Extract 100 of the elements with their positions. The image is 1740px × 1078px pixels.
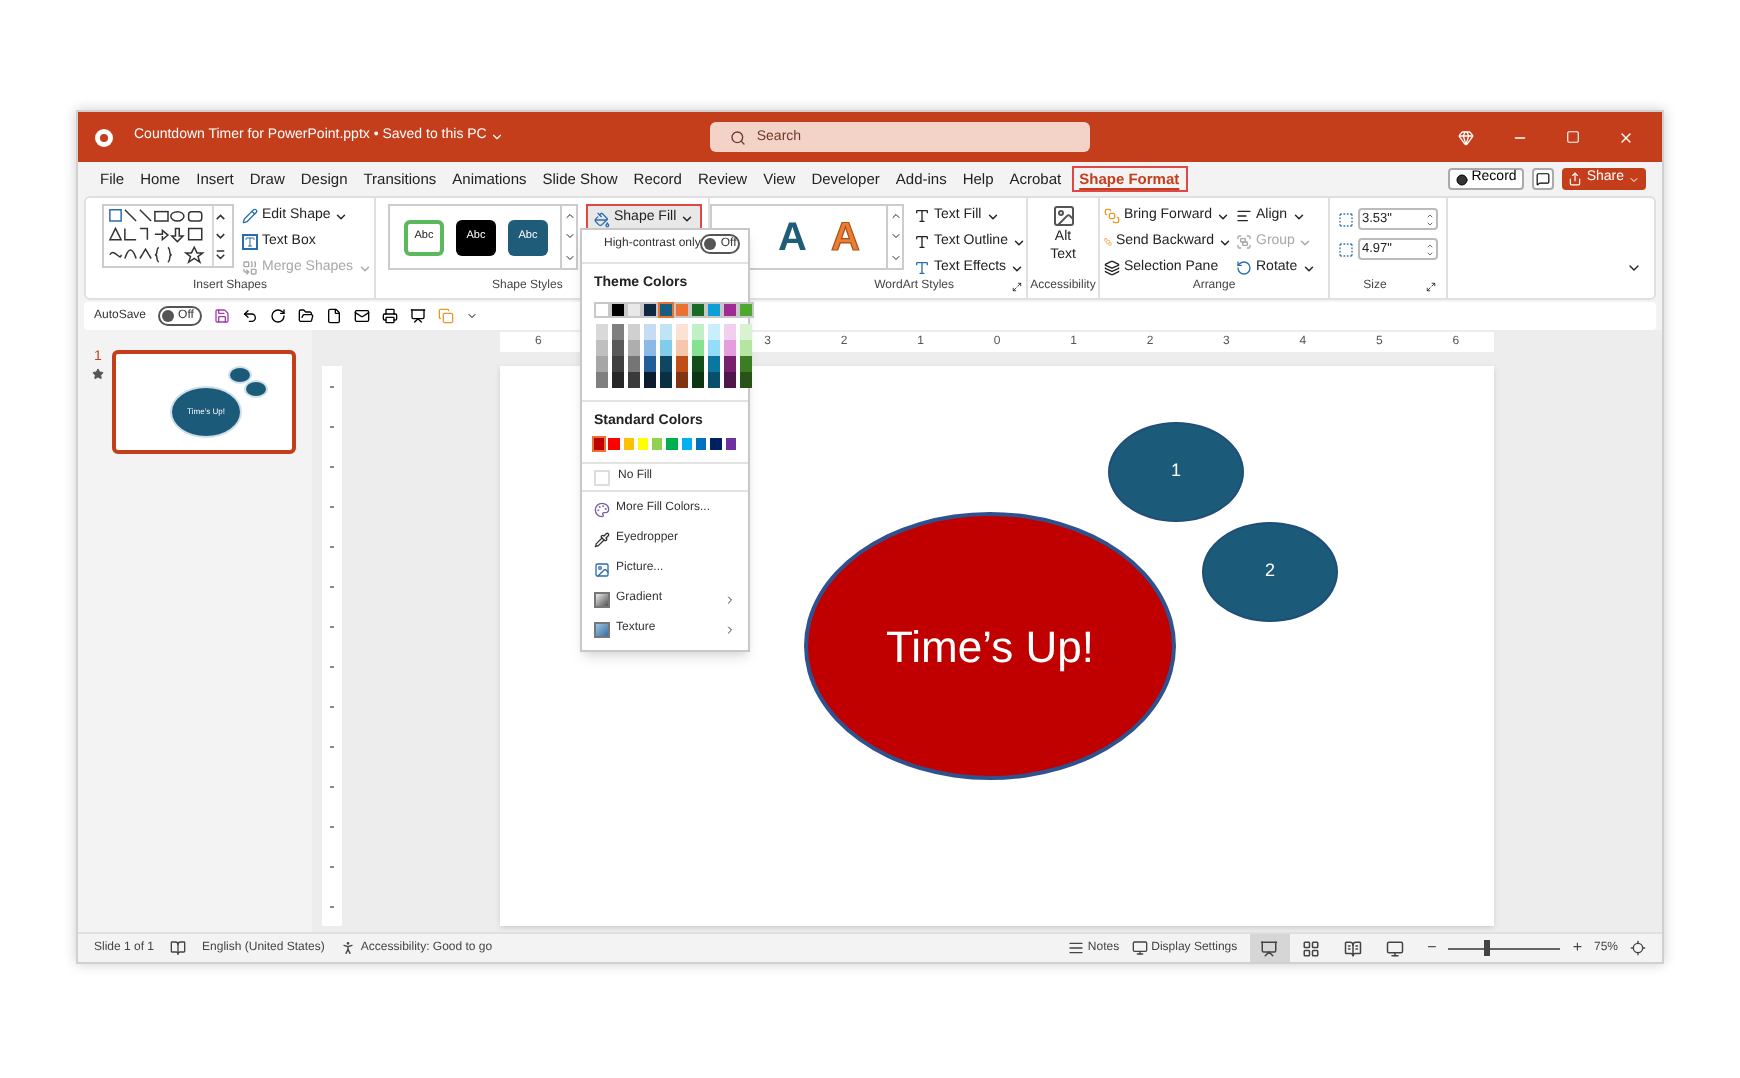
color-swatch[interactable] <box>644 324 656 340</box>
wordart-preset[interactable]: A <box>778 217 807 257</box>
shape-gallery[interactable] <box>102 204 234 268</box>
customize-icon[interactable] <box>466 310 479 322</box>
color-swatch[interactable] <box>708 340 720 356</box>
color-swatch[interactable] <box>725 438 736 450</box>
folder-icon[interactable] <box>298 308 315 324</box>
color-swatch[interactable] <box>710 438 722 450</box>
view-button[interactable] <box>1249 934 1290 962</box>
circle-shape[interactable]: 2 <box>1202 522 1338 622</box>
color-swatch[interactable] <box>594 302 610 318</box>
color-swatch[interactable] <box>660 340 672 356</box>
color-swatch[interactable] <box>644 372 656 388</box>
monitor-icon <box>1386 939 1405 957</box>
search-icon <box>730 129 747 145</box>
color-swatch[interactable] <box>596 356 608 372</box>
color-swatch[interactable] <box>692 356 704 372</box>
presentation-icon[interactable] <box>410 308 427 324</box>
color-swatch[interactable] <box>626 302 642 318</box>
color-swatch[interactable] <box>696 438 707 450</box>
color-swatch[interactable] <box>660 356 672 372</box>
color-swatch[interactable] <box>692 372 704 388</box>
ellipse-shape[interactable]: Time’s Up! <box>804 512 1176 780</box>
color-swatch[interactable] <box>674 302 690 318</box>
collapse-ribbon-icon[interactable] <box>1626 260 1642 276</box>
color-swatch[interactable] <box>692 324 704 340</box>
color-swatch[interactable] <box>628 340 640 356</box>
dialog-launcher-icon[interactable] <box>1012 281 1022 291</box>
text-outline-icon <box>914 234 930 250</box>
color-swatch[interactable] <box>676 324 688 340</box>
color-swatch[interactable] <box>642 302 658 318</box>
color-swatch[interactable] <box>612 356 624 372</box>
color-swatch[interactable] <box>658 302 674 318</box>
diamond-icon[interactable] <box>1458 129 1474 145</box>
color-swatch[interactable] <box>708 372 720 388</box>
color-swatch[interactable] <box>740 340 752 356</box>
caret-icon <box>490 130 505 144</box>
comment-icon[interactable] <box>1532 168 1555 190</box>
circle-shape[interactable]: 1 <box>1108 422 1244 522</box>
color-swatch[interactable] <box>681 438 693 450</box>
caret-icon <box>357 261 372 275</box>
notes-icon <box>1067 940 1084 956</box>
color-swatch[interactable] <box>623 438 634 450</box>
color-swatch[interactable] <box>722 302 738 318</box>
color-swatch[interactable] <box>706 302 722 318</box>
color-swatch[interactable] <box>660 324 672 340</box>
share-icon <box>1568 172 1583 186</box>
color-swatch[interactable] <box>676 372 688 388</box>
redo-icon[interactable] <box>270 308 287 324</box>
color-swatch[interactable] <box>612 340 624 356</box>
color-swatch[interactable] <box>740 356 752 372</box>
color-swatch[interactable] <box>724 372 736 388</box>
color-swatch[interactable] <box>628 324 640 340</box>
color-swatch[interactable] <box>740 324 752 340</box>
color-swatch[interactable] <box>676 356 688 372</box>
color-swatch[interactable] <box>738 302 754 318</box>
color-swatch[interactable] <box>692 340 704 356</box>
color-swatch[interactable] <box>708 356 720 372</box>
color-swatch[interactable] <box>644 340 656 356</box>
mail-icon[interactable] <box>354 308 371 324</box>
scroll-down-icon <box>563 230 575 243</box>
color-swatch[interactable] <box>596 340 608 356</box>
color-swatch[interactable] <box>690 302 706 318</box>
color-swatch[interactable] <box>637 438 649 450</box>
color-swatch[interactable] <box>608 438 620 450</box>
color-swatch[interactable] <box>628 372 640 388</box>
color-swatch[interactable] <box>708 324 720 340</box>
color-swatch[interactable] <box>652 438 663 450</box>
maximize-icon[interactable] <box>1566 130 1580 144</box>
height-icon <box>1338 211 1354 227</box>
book-icon[interactable] <box>170 940 187 956</box>
undo-icon[interactable] <box>242 308 259 324</box>
color-swatch[interactable] <box>676 340 688 356</box>
color-swatch[interactable] <box>596 324 608 340</box>
color-swatch[interactable] <box>596 372 608 388</box>
zoom-out-button[interactable]: − <box>1427 940 1437 956</box>
zoom-in-button[interactable]: + <box>1572 940 1582 956</box>
dialog-launcher-icon[interactable] <box>1426 281 1437 291</box>
color-swatch[interactable] <box>628 356 640 372</box>
color-swatch[interactable] <box>644 356 656 372</box>
color-swatch[interactable] <box>724 356 736 372</box>
color-swatch[interactable] <box>612 372 624 388</box>
close-icon[interactable] <box>1618 129 1634 145</box>
copy-icon[interactable] <box>438 308 455 324</box>
zoom-slider[interactable] <box>1448 940 1561 956</box>
color-swatch[interactable] <box>666 438 678 450</box>
color-swatch[interactable] <box>724 340 736 356</box>
color-swatch[interactable] <box>612 324 624 340</box>
save-icon[interactable] <box>214 308 231 324</box>
color-swatch[interactable] <box>610 302 626 318</box>
zoom-slider-thumb[interactable] <box>1484 940 1491 956</box>
color-swatch[interactable] <box>594 438 605 450</box>
color-swatch[interactable] <box>724 324 736 340</box>
color-swatch[interactable] <box>740 372 752 388</box>
printer-icon[interactable] <box>382 308 399 324</box>
new-file-icon[interactable] <box>326 308 343 324</box>
group-icon <box>1236 234 1252 250</box>
fit-to-window-icon[interactable] <box>1630 940 1646 956</box>
scroll-up-icon <box>563 210 575 223</box>
color-swatch[interactable] <box>660 372 672 388</box>
